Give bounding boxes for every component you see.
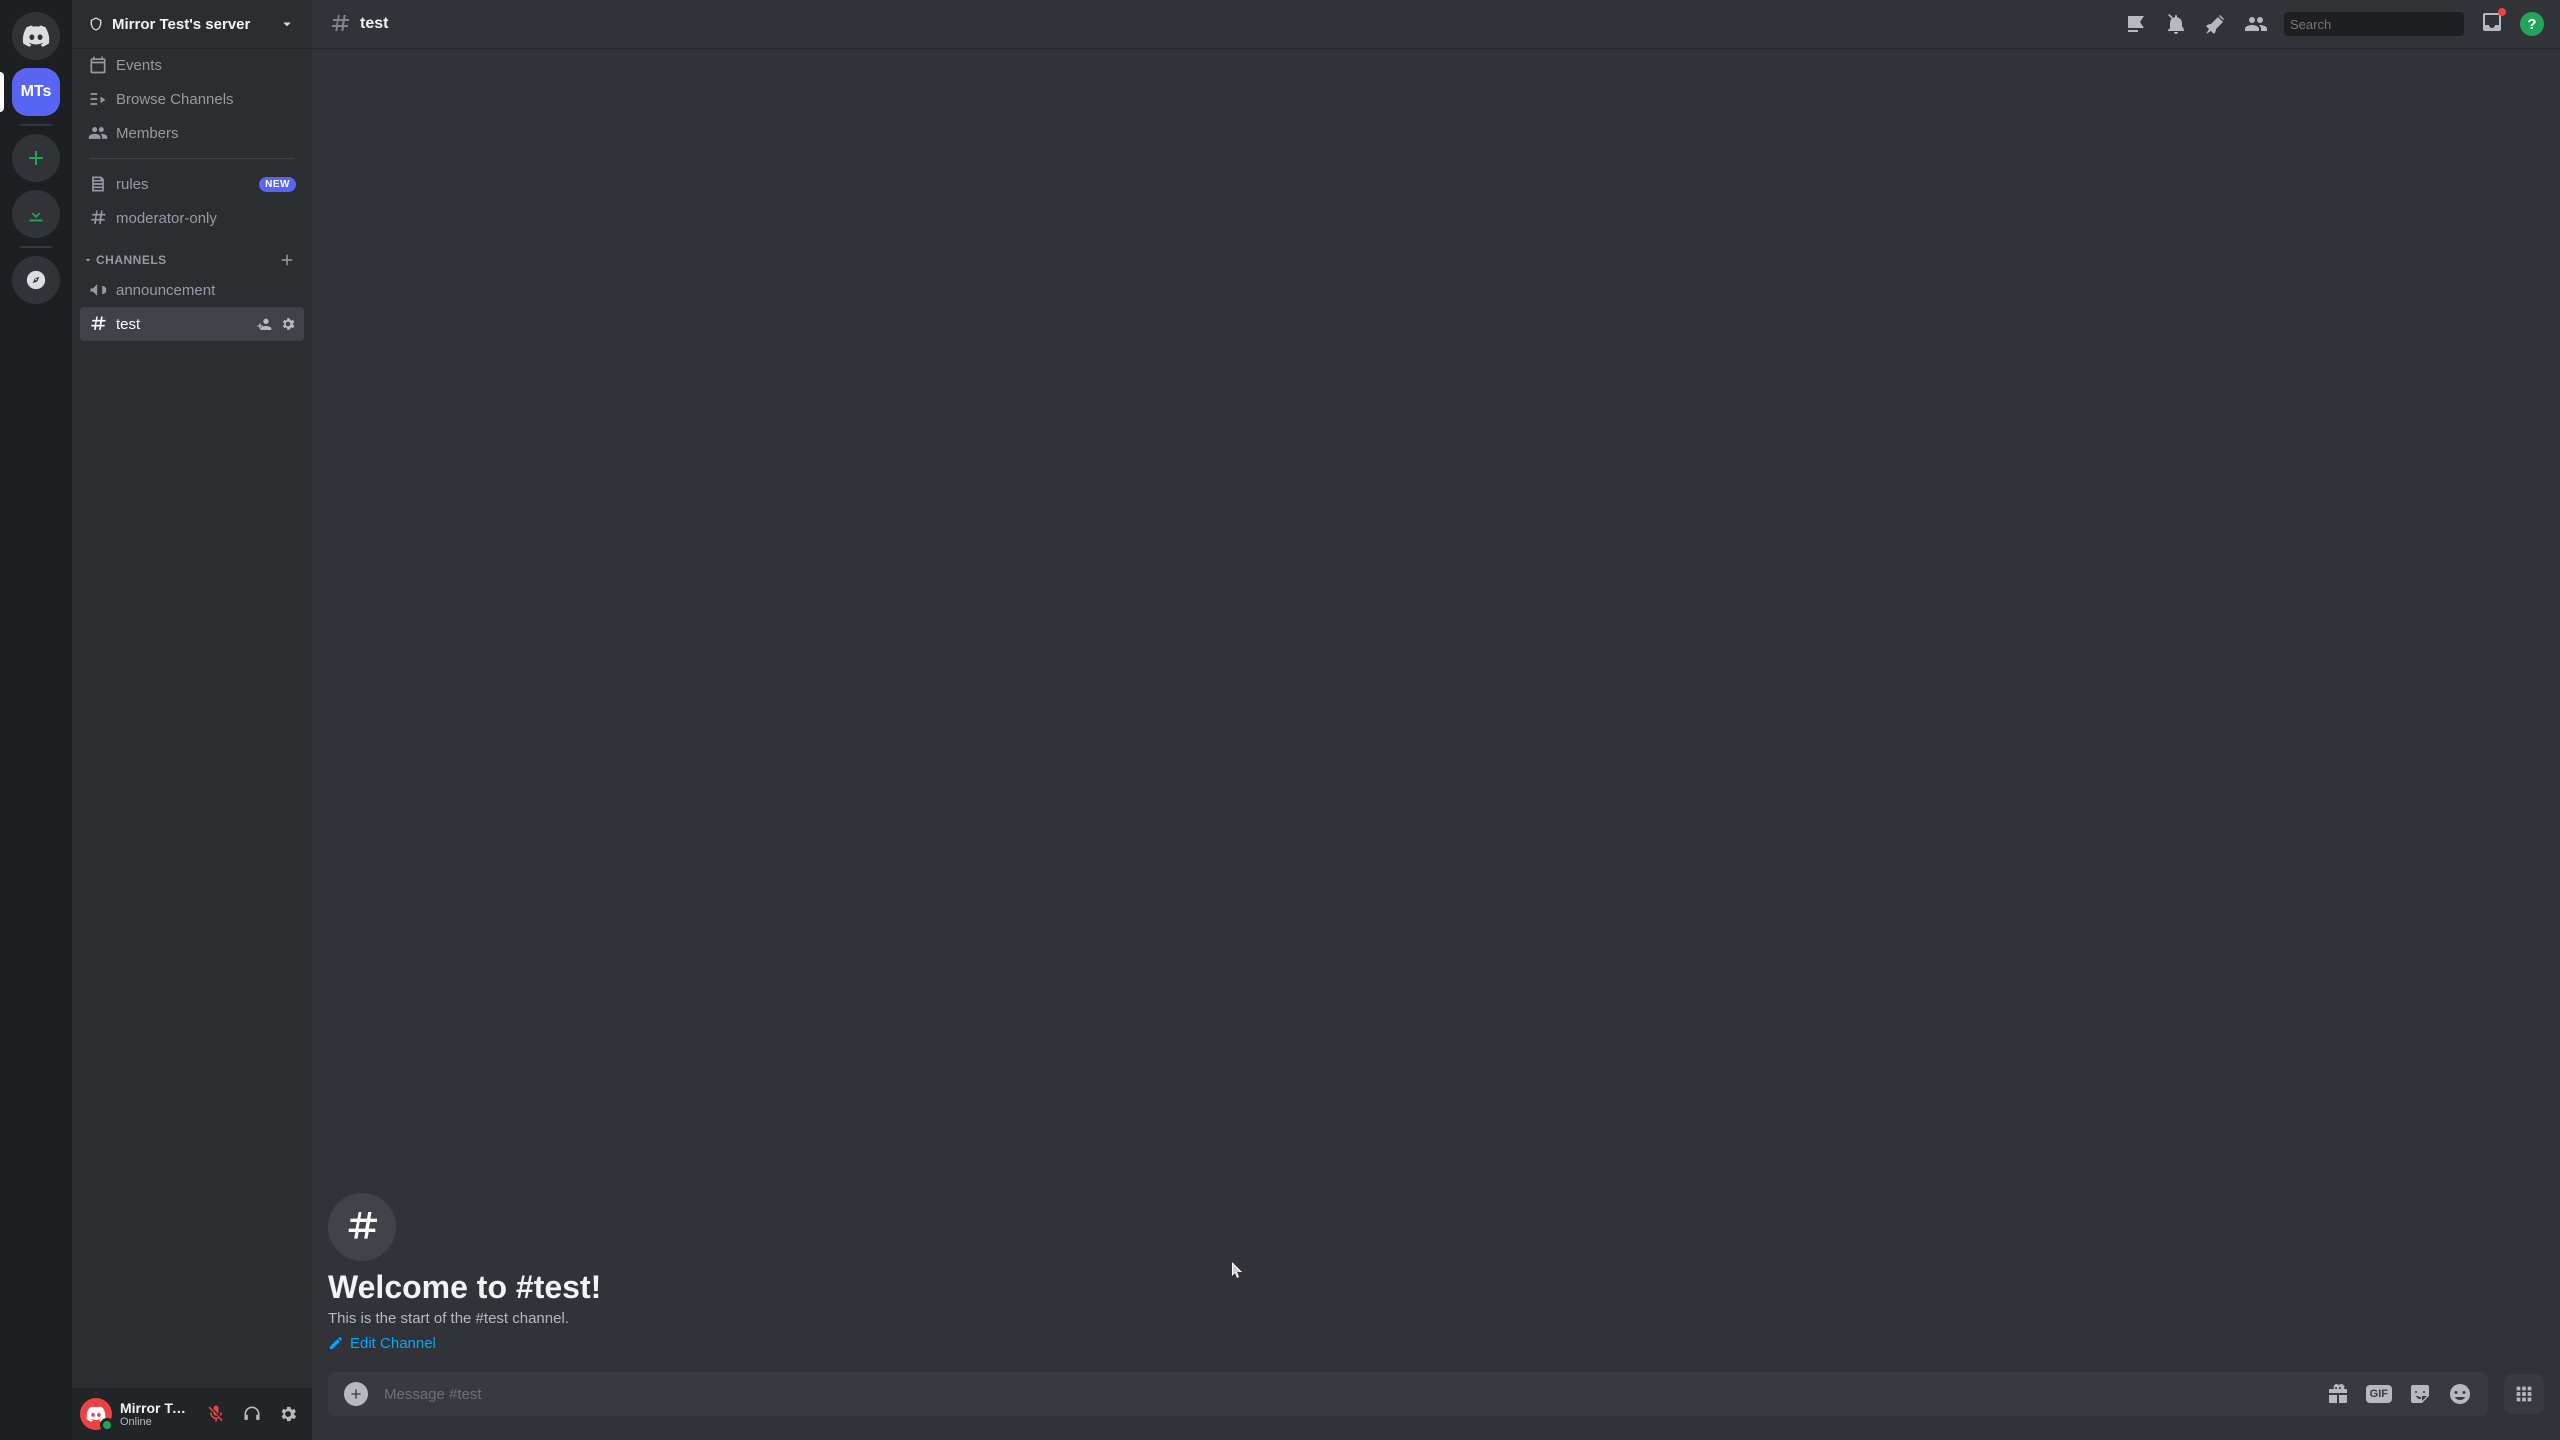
emoji-icon[interactable] (2448, 1382, 2472, 1406)
threads-icon[interactable] (2124, 12, 2148, 36)
help-button[interactable]: ? (2520, 12, 2544, 36)
server-rail: MTs (0, 0, 72, 1440)
rail-separator (20, 246, 52, 248)
chevron-down-icon (278, 15, 296, 33)
plus-icon (348, 1386, 364, 1402)
hash-icon (88, 314, 108, 334)
category-label: CHANNELS (96, 253, 278, 267)
invite-icon[interactable] (256, 316, 272, 332)
notifications-icon[interactable] (2164, 12, 2188, 36)
megaphone-icon (88, 280, 108, 300)
sidebar-separator (90, 158, 294, 159)
pin-icon[interactable] (2204, 12, 2228, 36)
channel-announcement-label: announcement (116, 282, 296, 299)
sticker-icon[interactable] (2408, 1382, 2432, 1406)
edit-channel-link[interactable]: Edit Channel (328, 1335, 436, 1352)
events-item[interactable]: Events (80, 48, 304, 82)
channel-sidebar: Mirror Test's server Events Browse Chann… (72, 0, 312, 1440)
headphones-icon (242, 1404, 262, 1424)
members-icon (88, 123, 108, 143)
welcome-block: Welcome to #test! This is the start of t… (328, 1193, 2544, 1357)
mute-mic-button[interactable] (200, 1398, 232, 1430)
pencil-icon (328, 1335, 344, 1351)
channel-moderator-only[interactable]: moderator-only (80, 201, 304, 235)
welcome-hash-badge (328, 1193, 396, 1261)
channel-test[interactable]: test (80, 307, 304, 341)
server-name: Mirror Test's server (112, 16, 278, 33)
channel-rules[interactable]: rules NEW (80, 167, 304, 201)
notification-dot (2498, 8, 2506, 16)
apps-button[interactable] (2504, 1374, 2544, 1414)
hash-icon (342, 1207, 382, 1247)
members-item[interactable]: Members (80, 116, 304, 150)
browse-channels-item[interactable]: Browse Channels (80, 82, 304, 116)
download-apps-button[interactable] (12, 190, 60, 238)
username-label: Mirror Test (120, 1400, 192, 1416)
inbox-button[interactable] (2480, 10, 2504, 39)
server-header[interactable]: Mirror Test's server (72, 0, 312, 48)
search-input[interactable] (2290, 17, 2466, 32)
download-icon (25, 203, 47, 225)
user-info[interactable]: Mirror Test Online (120, 1400, 192, 1429)
chevron-down-icon (82, 254, 94, 266)
hash-icon (328, 12, 352, 36)
server-icon-active[interactable]: MTs (12, 68, 60, 116)
compass-icon (25, 269, 47, 291)
member-list-icon[interactable] (2244, 12, 2268, 36)
rail-separator (20, 124, 52, 126)
gift-icon[interactable] (2326, 1382, 2350, 1406)
welcome-subtitle: This is the start of the #test channel. (328, 1310, 2544, 1327)
search-box[interactable] (2284, 12, 2464, 36)
discord-home-button[interactable] (12, 12, 60, 60)
gear-icon[interactable] (280, 316, 296, 332)
user-settings-button[interactable] (272, 1398, 304, 1430)
browse-channels-label: Browse Channels (116, 91, 296, 108)
new-badge: NEW (259, 177, 296, 192)
gear-icon (278, 1404, 298, 1424)
rules-icon (88, 174, 108, 194)
status-online-dot (100, 1418, 114, 1432)
apps-icon (2513, 1383, 2535, 1405)
calendar-icon (88, 55, 108, 75)
mic-off-icon (206, 1404, 226, 1424)
server-badge-icon (88, 16, 104, 32)
channel-rules-label: rules (116, 176, 251, 193)
gif-button[interactable]: GIF (2366, 1385, 2392, 1403)
channel-test-label: test (116, 316, 248, 333)
user-status-label: Online (120, 1416, 192, 1429)
hash-icon (88, 208, 108, 228)
deafen-button[interactable] (236, 1398, 268, 1430)
edit-channel-label: Edit Channel (350, 1335, 436, 1352)
attach-button[interactable] (344, 1382, 368, 1406)
plus-icon (24, 146, 48, 170)
channel-announcement[interactable]: announcement (80, 273, 304, 307)
category-channels[interactable]: CHANNELS (80, 235, 304, 273)
message-input[interactable] (384, 1386, 2310, 1403)
message-composer[interactable]: GIF (328, 1372, 2488, 1416)
browse-icon (88, 89, 108, 109)
discord-logo-icon (22, 22, 50, 50)
explore-servers-button[interactable] (12, 256, 60, 304)
channel-moderator-only-label: moderator-only (116, 210, 296, 227)
members-label: Members (116, 125, 296, 142)
chat-messages: Welcome to #test! This is the start of t… (312, 48, 2560, 1440)
chat-main: test ? (312, 0, 2560, 1440)
channel-title: test (360, 15, 2116, 33)
create-channel-icon[interactable] (278, 251, 296, 269)
channel-list: Events Browse Channels Members rules NEW… (72, 48, 312, 1388)
welcome-title: Welcome to #test! (328, 1269, 2544, 1306)
add-server-button[interactable] (12, 134, 60, 182)
user-avatar[interactable] (80, 1398, 112, 1430)
user-panel: Mirror Test Online (72, 1388, 312, 1440)
events-label: Events (116, 57, 296, 74)
chat-header: test ? (312, 0, 2560, 48)
